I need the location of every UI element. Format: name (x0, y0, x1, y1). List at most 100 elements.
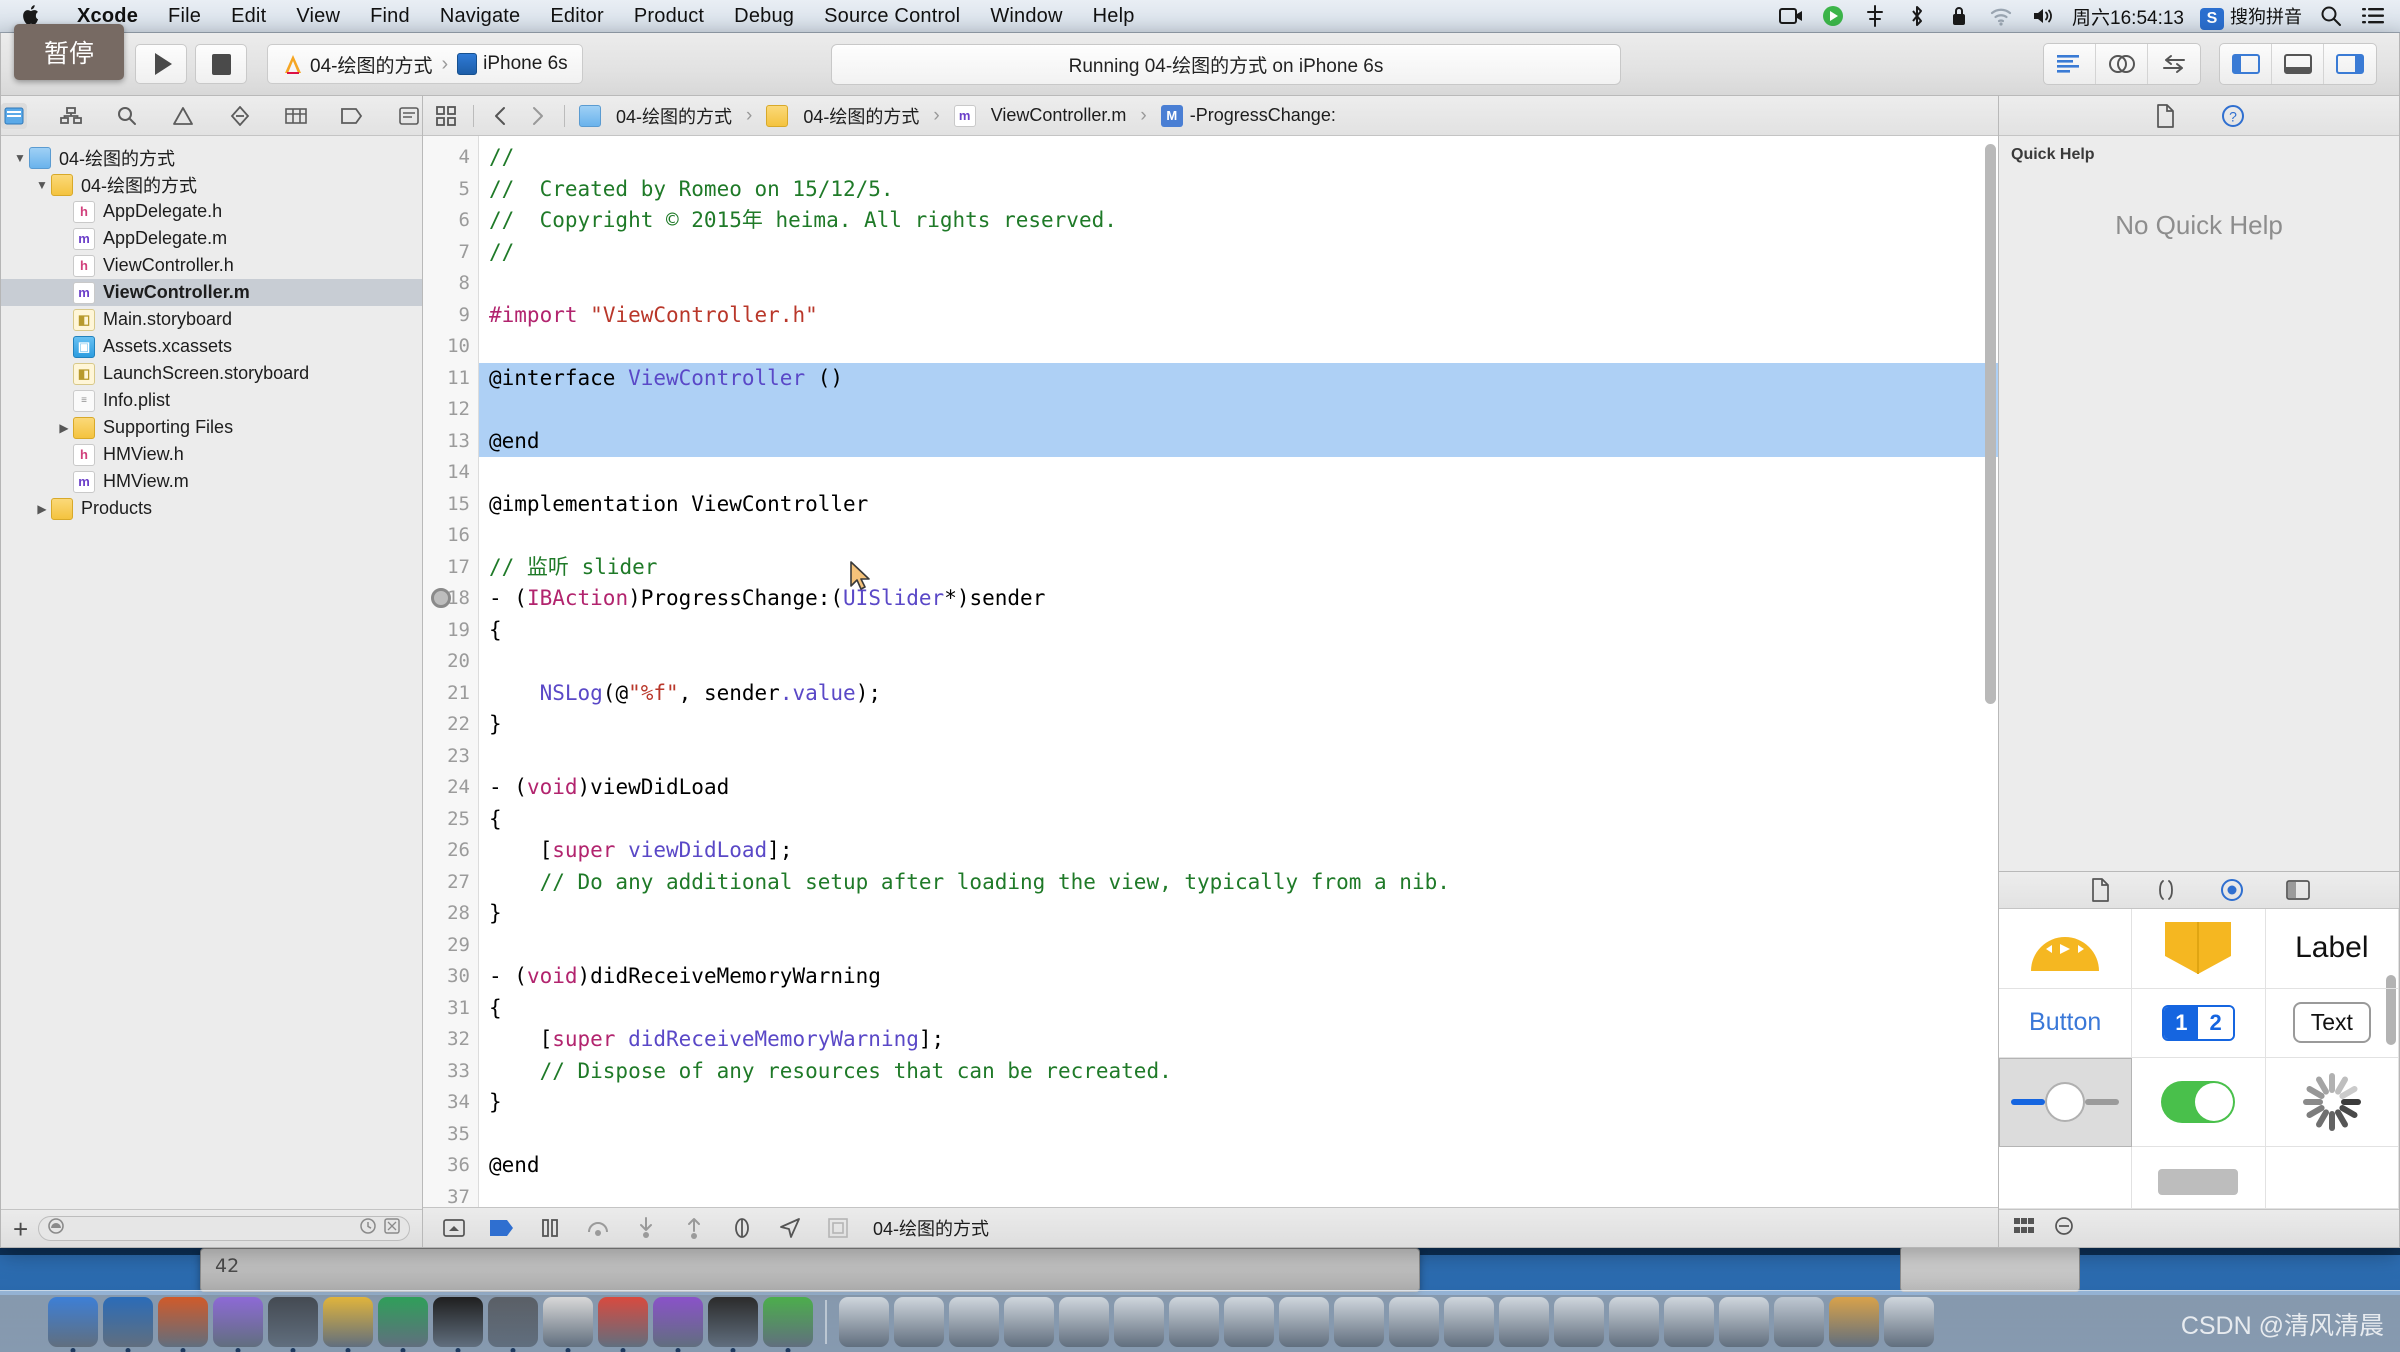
macos-dock[interactable] (0, 1290, 2400, 1352)
volume-icon[interactable] (2030, 4, 2056, 28)
dock-item[interactable] (1829, 1296, 1879, 1347)
media-library-icon[interactable] (2285, 878, 2311, 902)
file-tree-row[interactable]: m HMView.m (1, 468, 422, 495)
step-into-icon[interactable] (633, 1216, 659, 1240)
menu-file[interactable]: File (153, 0, 216, 33)
standard-editor-icon[interactable] (2044, 44, 2096, 84)
dock-item[interactable] (378, 1296, 428, 1352)
run-play-button[interactable] (135, 44, 187, 84)
dock-item[interactable] (268, 1296, 318, 1352)
step-out-icon[interactable] (681, 1216, 707, 1240)
dock-item[interactable] (488, 1296, 538, 1352)
dock-item[interactable] (103, 1296, 153, 1352)
breadcrumb-file[interactable]: m ViewController.m (953, 104, 1126, 127)
step-over-icon[interactable] (585, 1216, 611, 1240)
disclosure-open-icon[interactable]: ▼ (11, 151, 29, 165)
dock-item[interactable] (763, 1296, 813, 1352)
container-object[interactable] (2132, 909, 2266, 989)
breadcrumb-project[interactable]: 04-绘图的方式 (579, 103, 732, 129)
disclosure-closed-icon[interactable]: ▶ (55, 421, 73, 435)
related-items-icon[interactable] (433, 103, 459, 129)
toolbar-status-view[interactable]: Running 04-绘图的方式 on iPhone 6s (831, 44, 1621, 85)
file-tree-row[interactable]: ◧ Main.storyboard (1, 306, 422, 333)
object-library-icon[interactable] (2219, 878, 2245, 902)
quick-help-inspector-icon[interactable]: ? (2220, 104, 2246, 128)
breakpoints-toggle-icon[interactable] (489, 1216, 515, 1240)
list-view-icon[interactable] (2053, 1216, 2075, 1241)
stop-button[interactable] (195, 44, 247, 84)
dock-item[interactable] (1114, 1296, 1164, 1347)
disclosure-open-icon[interactable]: ▼ (33, 178, 51, 192)
dock-item[interactable] (598, 1296, 648, 1352)
dock-item[interactable] (1004, 1296, 1054, 1347)
button-object[interactable]: Button (1999, 988, 2133, 1058)
file-tree-row[interactable]: h HMView.h (1, 441, 422, 468)
menu-product[interactable]: Product (619, 0, 719, 33)
input-method-indicator[interactable]: S 搜狗拼音 (2200, 3, 2302, 30)
scheme-selector[interactable]: 04-绘图的方式 › iPhone 6s (267, 44, 583, 84)
activity-indicator-object[interactable] (2265, 1057, 2399, 1148)
menu-source-control[interactable]: Source Control (809, 0, 975, 33)
hide-debug-area-icon[interactable] (441, 1216, 467, 1240)
file-tree-row[interactable]: ◧ LaunchScreen.storyboard (1, 360, 422, 387)
project-file-tree[interactable]: ▼ 04-绘图的方式 ▼ 04-绘图的方式 h AppDelegate.h m AppDele… (1, 136, 422, 1209)
code-editor-area[interactable]: 4 5 6 7 8 9 10 11 12 13 14 15 16 17 18 19 20 21 22 23 24 25 26… (423, 136, 1998, 1207)
search-icon[interactable] (2318, 4, 2344, 28)
dock-item[interactable] (1719, 1296, 1769, 1347)
project-navigator-icon[interactable] (1, 102, 28, 129)
background-window[interactable]: 42 (200, 1248, 1420, 1292)
play-circle-icon[interactable] (1820, 4, 1846, 28)
dock-item[interactable] (543, 1296, 593, 1352)
dock-item[interactable] (1774, 1296, 1824, 1347)
file-tree-row[interactable]: ▼ 04-绘图的方式 (1, 171, 422, 198)
menu-view[interactable]: View (281, 0, 355, 33)
dock-item[interactable] (158, 1296, 208, 1352)
disclosure-closed-icon[interactable]: ▶ (33, 502, 51, 516)
menu-help[interactable]: Help (1078, 0, 1150, 33)
text-field-object[interactable]: Text (2265, 988, 2399, 1058)
add-icon[interactable]: + (13, 1216, 28, 1242)
clock-icon[interactable] (359, 1217, 377, 1240)
file-tree-row[interactable]: m ViewController.m (1, 279, 422, 306)
assistant-editor-icon[interactable] (2096, 44, 2148, 84)
menu-navigate[interactable]: Navigate (425, 0, 536, 33)
dock-item[interactable] (1499, 1296, 1549, 1347)
dock-item[interactable] (1169, 1296, 1219, 1347)
menu-debug[interactable]: Debug (719, 0, 809, 33)
menu-window[interactable]: Window (975, 0, 1077, 33)
dock-item[interactable] (48, 1296, 98, 1352)
switch-object[interactable] (2132, 1057, 2266, 1148)
label-object[interactable]: Label (2265, 909, 2399, 989)
control-center-icon[interactable] (2360, 4, 2386, 28)
forward-chevron-icon[interactable] (524, 103, 550, 129)
test-navigator-icon[interactable] (227, 103, 253, 129)
background-window-secondary[interactable] (1900, 1246, 2080, 1292)
breadcrumb-method[interactable]: M -ProgressChange: (1160, 104, 1336, 127)
player-control-object[interactable] (1999, 909, 2133, 989)
breakpoint-marker-icon[interactable] (431, 588, 451, 608)
pause-continue-icon[interactable] (537, 1216, 563, 1240)
dock-item[interactable] (839, 1296, 889, 1347)
grid-view-icon[interactable] (2013, 1216, 2035, 1241)
menu-find[interactable]: Find (355, 0, 425, 33)
toggle-debug-area-icon[interactable] (2272, 44, 2324, 84)
menu-edit[interactable]: Edit (216, 0, 281, 33)
line-number-gutter[interactable]: 4 5 6 7 8 9 10 11 12 13 14 15 16 17 18 19 20 21 22 23 24 25 26… (423, 136, 479, 1207)
code-snippet-library-icon[interactable] (2153, 878, 2179, 902)
airplay-icon[interactable] (1862, 4, 1888, 28)
dock-item[interactable] (1389, 1296, 1439, 1347)
filter-input[interactable] (38, 1216, 410, 1241)
dock-item[interactable] (949, 1296, 999, 1347)
breadcrumb-group[interactable]: 04-绘图的方式 (766, 103, 919, 129)
slider-object[interactable] (1999, 1057, 2133, 1148)
file-tree-row[interactable]: h AppDelegate.h (1, 198, 422, 225)
file-tree-row[interactable]: ≡ Info.plist (1, 387, 422, 414)
file-tree-row[interactable]: ▣ Assets.xcassets (1, 333, 422, 360)
find-navigator-icon[interactable] (114, 103, 140, 129)
file-inspector-icon[interactable] (2152, 103, 2178, 128)
file-tree-row[interactable]: ▶ Products (1, 495, 422, 522)
file-tree-row[interactable]: m AppDelegate.m (1, 225, 422, 252)
file-tree-row[interactable]: ▶ Supporting Files (1, 414, 422, 441)
library-item-partial[interactable] (1999, 1147, 2133, 1209)
menubar-clock[interactable]: 周六16:54:13 (2072, 3, 2184, 30)
